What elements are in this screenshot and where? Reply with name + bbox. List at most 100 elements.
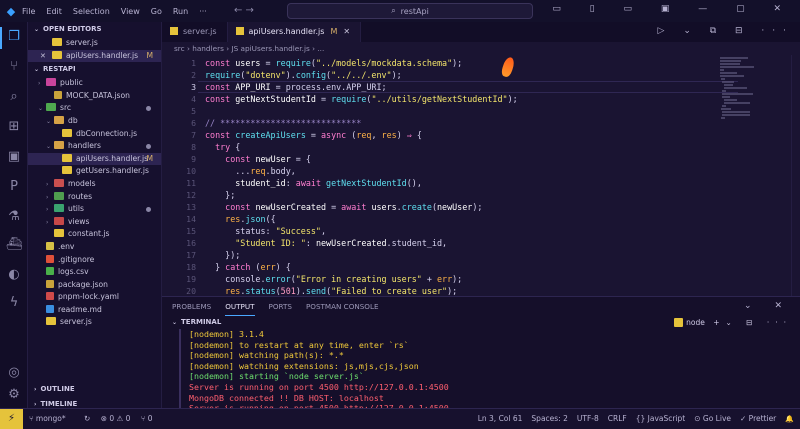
file-name: dbConnection.js	[76, 128, 138, 138]
file-name: pnpm-lock.yaml	[58, 292, 119, 302]
file-item[interactable]: logs.csv	[28, 266, 161, 279]
file-name: .gitignore	[58, 254, 95, 264]
project-header[interactable]: ⌄ RESTAPI	[28, 62, 161, 77]
menu-view[interactable]: View	[121, 7, 140, 16]
open-editor-item[interactable]: ✕ apiUsers.handler.js M	[28, 49, 161, 63]
modified-dot	[146, 207, 151, 213]
minimap[interactable]	[720, 57, 772, 137]
bottom-panel: PROBLEMS OUTPUT PORTS POSTMAN CONSOLE ⌄ ✕ ⌄…	[162, 296, 800, 413]
open-editors-list: server.js ✕ apiUsers.handler.js M	[28, 37, 161, 63]
terminal-line: [nodemon] starting `node server.js`	[189, 371, 364, 382]
window-controls[interactable]: ▭ ▯ ▭ ▣ — ▢ ✕	[552, 4, 794, 14]
modified-dot	[146, 106, 151, 112]
menu-more[interactable]: ···	[199, 7, 207, 16]
editor-actions[interactable]: ▷ ⌄ ⧉ ⊟ ···	[658, 26, 794, 36]
terminal-output[interactable]: [nodemon] 3.1.4 [nodemon] to restart at a…	[179, 329, 800, 413]
menu-selection[interactable]: Selection	[73, 7, 110, 16]
tab-apiUsers-handler-js[interactable]: apiUsers.handler.js M ✕	[227, 22, 362, 42]
folder-item[interactable]: › public	[28, 77, 161, 90]
search-icon[interactable]: ⌕	[5, 88, 23, 106]
modified-marker: M	[330, 27, 338, 36]
file-item[interactable]: apiUsers.handler.js M	[28, 152, 161, 166]
folder-item[interactable]: ⌄ src	[28, 102, 161, 115]
status-item[interactable]: CRLF	[608, 414, 627, 423]
terminal-header[interactable]: ⌄ TERMINAL node +⌄ ⊟ ···	[162, 316, 800, 329]
editor-scrollbar[interactable]	[791, 55, 800, 296]
panel-tab-output[interactable]: OUTPUT	[225, 297, 255, 316]
folder-item[interactable]: ⌄ handlers	[28, 140, 161, 153]
postman-icon[interactable]: P	[5, 178, 23, 196]
menu-go[interactable]: Go	[151, 7, 162, 16]
file-item[interactable]: readme.md	[28, 304, 161, 317]
folder-item[interactable]: › routes	[28, 191, 161, 204]
remote-explorer-icon[interactable]: ▣	[5, 148, 23, 166]
file-name: readme.md	[58, 304, 102, 314]
modified-marker: M	[146, 153, 153, 163]
terminal-line: MongoDB connected !! DB HOST: localhost	[189, 392, 384, 403]
code-content[interactable]: const users = require("../models/mockdat…	[205, 57, 518, 296]
file-item[interactable]: MOCK_DATA.json	[28, 90, 161, 103]
file-item[interactable]: pnpm-lock.yaml	[28, 291, 161, 304]
open-editors-header[interactable]: ⌄ OPEN EDITORS	[28, 22, 161, 37]
menu-run[interactable]: Run	[173, 7, 188, 16]
folder-item[interactable]: › models	[28, 178, 161, 191]
line-number: 19	[186, 274, 196, 284]
file-item[interactable]: constant.js	[28, 228, 161, 241]
menu-file[interactable]: File	[22, 7, 35, 16]
panel-tab-problems[interactable]: PROBLEMS	[172, 297, 211, 316]
folder-icon	[54, 204, 64, 213]
close-icon[interactable]: ✕	[40, 50, 52, 63]
nav-arrows[interactable]: ← →	[234, 5, 254, 16]
gitlens-icon[interactable]: ◐	[5, 266, 23, 284]
outline-section[interactable]: › OUTLINE	[28, 382, 162, 397]
file-item[interactable]: .env	[28, 241, 161, 254]
file-item[interactable]: package.json	[28, 279, 161, 292]
menu-edit[interactable]: Edit	[46, 7, 62, 16]
sync-icon[interactable]: ↻	[84, 414, 90, 423]
terminal-controls[interactable]: node +⌄ ⊟ ···	[674, 316, 792, 329]
panel-tab-ports[interactable]: PORTS	[269, 297, 292, 316]
bell-icon[interactable]: 🔔	[785, 415, 794, 423]
open-editor-item[interactable]: server.js	[28, 37, 161, 50]
status-item[interactable]: Ln 3, Col 61	[478, 414, 523, 423]
line-number: 16	[186, 238, 196, 248]
branch-indicator[interactable]: ⑂ mongo*	[29, 414, 74, 423]
folder-item[interactable]: › utils	[28, 203, 161, 216]
thunder-client-icon[interactable]: ϟ	[5, 294, 23, 312]
file-item[interactable]: dbConnection.js	[28, 128, 161, 141]
js-file-icon	[62, 166, 72, 175]
ports-indicator[interactable]: ⑂ 0	[141, 414, 153, 423]
status-item[interactable]: {} JavaScript	[636, 414, 686, 423]
file-name: logs.csv	[58, 267, 89, 277]
file-item[interactable]: getUsers.handler.js	[28, 165, 161, 178]
status-bar: ⚡ ⑂ mongo* ↻ ⊗ 0 ⚠ 0 ⑂ 0 Ln 3, Col 61 Spa…	[0, 408, 800, 429]
breadcrumb[interactable]: src › handlers › JS apiUsers.handler.js …	[162, 42, 800, 55]
code-line: const APP_URI = process.env.APP_URI;	[205, 82, 387, 92]
command-center-search[interactable]: ⌕ restApi	[287, 3, 533, 19]
file-item[interactable]: .gitignore	[28, 254, 161, 267]
status-item[interactable]: Spaces: 2	[531, 414, 567, 423]
file-item[interactable]: server.js	[28, 316, 161, 329]
panel-tab-postman-console[interactable]: POSTMAN CONSOLE	[306, 297, 379, 316]
source-control-icon[interactable]: ⑂	[5, 58, 23, 76]
remote-indicator-icon[interactable]: ⚡	[0, 409, 23, 429]
status-item[interactable]: ✓ Prettier	[740, 414, 776, 423]
docker-icon[interactable]: ⛴	[5, 236, 23, 254]
problems-indicator[interactable]: ⊗ 0 ⚠ 0	[101, 414, 131, 423]
close-icon[interactable]: ✕	[343, 27, 350, 36]
panel-controls[interactable]: ⌄ ✕	[744, 301, 792, 311]
folder-item[interactable]: ⌄ db	[28, 115, 161, 128]
accounts-icon[interactable]: ◎	[5, 364, 23, 382]
file-name: src	[60, 103, 72, 113]
code-editor[interactable]: 123456789101112131415161718192021 const …	[162, 55, 800, 296]
settings-gear-icon[interactable]: ⚙	[5, 386, 23, 404]
code-line: res.status(501).send("Failed to create u…	[225, 286, 458, 296]
status-item[interactable]: ⊙ Go Live	[694, 414, 731, 423]
file-name: handlers	[68, 141, 101, 151]
folder-item[interactable]: › views	[28, 216, 161, 229]
explorer-icon[interactable]: ❐	[5, 28, 23, 46]
status-item[interactable]: UTF-8	[577, 414, 599, 423]
extensions-icon[interactable]: ⊞	[5, 118, 23, 136]
tab-server-js[interactable]: server.js	[162, 22, 228, 42]
testing-icon[interactable]: ⚗	[5, 208, 23, 226]
